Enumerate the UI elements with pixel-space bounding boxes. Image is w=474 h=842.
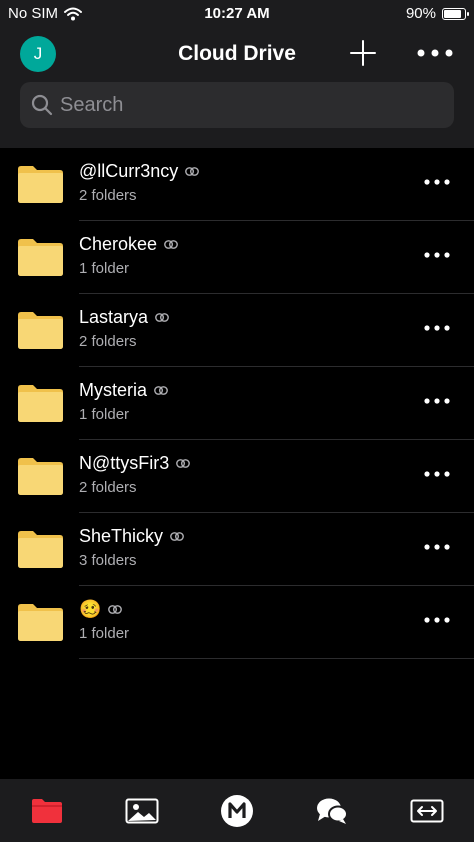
folder-icon: [18, 166, 63, 203]
more-icon[interactable]: [424, 469, 450, 479]
folder-icon: [18, 312, 63, 349]
item-title-group: Lastarya: [79, 307, 169, 328]
folder-icon: [18, 531, 63, 568]
list-item[interactable]: @llCurr3ncy 2 folders: [0, 148, 474, 221]
link-icon: [108, 605, 123, 614]
search-placeholder: Search: [60, 93, 124, 116]
transfers-icon: [410, 799, 444, 823]
more-icon[interactable]: [424, 250, 450, 260]
battery-level: [444, 9, 462, 18]
navigation-bar: J Cloud Drive Search: [0, 28, 474, 148]
list-item[interactable]: Mysteria 1 folder: [0, 367, 474, 440]
item-subtitle: 2 folders: [79, 187, 137, 204]
item-subtitle: 2 folders: [79, 479, 137, 496]
list-item[interactable]: 🥴 1 folder: [0, 586, 474, 659]
clock: 10:27 AM: [204, 5, 270, 22]
more-icon[interactable]: [424, 615, 450, 625]
tab-home[interactable]: [217, 793, 257, 829]
item-title-group: Cherokee: [79, 234, 178, 255]
item-title-group: @llCurr3ncy: [79, 161, 200, 182]
add-icon[interactable]: [348, 38, 378, 68]
folder-icon: [18, 385, 63, 422]
link-icon: [170, 532, 184, 541]
more-options-icon[interactable]: [416, 44, 454, 62]
tab-chat[interactable]: [312, 793, 352, 829]
item-subtitle: 2 folders: [79, 333, 137, 350]
list-item[interactable]: Cherokee 1 folder: [0, 221, 474, 294]
item-name: Cherokee: [79, 234, 158, 254]
battery-icon: [442, 7, 469, 20]
link-icon: [154, 386, 168, 395]
list-item[interactable]: N@ttysFir3 2 folders: [0, 440, 474, 513]
more-icon[interactable]: [424, 323, 450, 333]
item-title-group: SheThicky: [79, 526, 184, 547]
item-name: SheThicky: [79, 526, 164, 546]
folder-icon: [18, 458, 63, 495]
item-subtitle: 1 folder: [79, 625, 130, 642]
divider: [79, 658, 474, 659]
tab-cloud-drive[interactable]: [27, 793, 67, 829]
item-name: Mysteria: [79, 380, 148, 400]
page-title: Cloud Drive: [178, 42, 296, 65]
more-icon[interactable]: [424, 177, 450, 187]
item-name: @llCurr3ncy: [79, 161, 179, 181]
chat-icon: [317, 798, 348, 824]
folder-list: @llCurr3ncy 2 folders Cherokee 1 folder: [0, 148, 474, 659]
folder-icon: [18, 239, 63, 276]
link-icon: [176, 459, 191, 468]
item-subtitle: 1 folder: [79, 406, 130, 423]
item-title-group: Mysteria: [79, 380, 168, 401]
search-icon: [31, 94, 53, 116]
photos-icon: [125, 798, 159, 824]
item-name: 🥴: [79, 599, 102, 619]
folder-icon: [32, 799, 62, 823]
list-item[interactable]: Lastarya 2 folders: [0, 294, 474, 367]
item-title-group: N@ttysFir3: [79, 453, 191, 474]
status-bar: No SIM 10:27 AM 90%: [0, 0, 474, 28]
search-bar[interactable]: Search: [20, 82, 454, 128]
item-name: N@ttysFir3: [79, 453, 170, 473]
item-subtitle: 3 folders: [79, 552, 137, 569]
battery-percent: 90%: [405, 5, 436, 22]
item-title-group: 🥴: [79, 599, 123, 620]
link-icon: [185, 167, 200, 176]
list-item[interactable]: SheThicky 3 folders: [0, 513, 474, 586]
folder-icon: [18, 604, 63, 641]
tab-transfers[interactable]: [407, 793, 447, 829]
tab-bar: [0, 779, 474, 842]
mega-logo-icon: [221, 795, 253, 827]
link-icon: [164, 240, 178, 249]
more-icon[interactable]: [424, 396, 450, 406]
more-icon[interactable]: [424, 542, 450, 552]
link-icon: [155, 313, 169, 322]
tab-photos[interactable]: [122, 793, 162, 829]
item-subtitle: 1 folder: [79, 260, 130, 277]
item-name: Lastarya: [79, 307, 149, 327]
